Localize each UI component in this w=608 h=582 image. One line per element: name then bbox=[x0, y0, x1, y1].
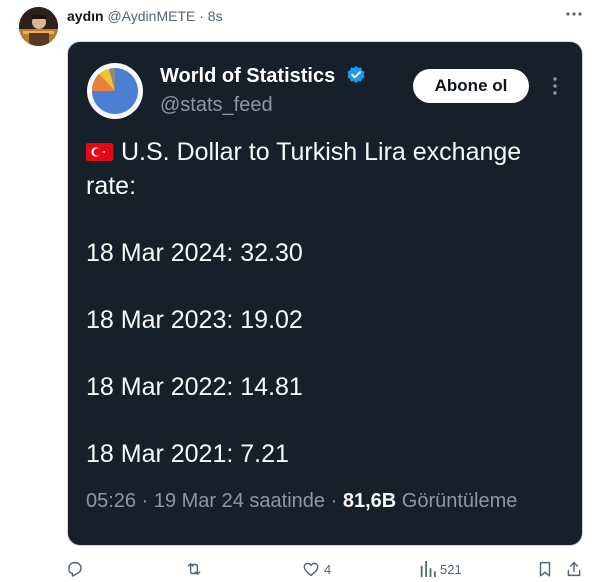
verified-badge-icon bbox=[347, 65, 365, 84]
post-time[interactable]: 8s bbox=[208, 8, 223, 24]
follow-button[interactable]: Abone ol bbox=[413, 69, 529, 103]
like-count: 4 bbox=[324, 561, 332, 577]
reply-icon bbox=[68, 561, 82, 577]
quoted-tweet-text: U.S. Dollar to Turkish Lira exchange rat… bbox=[86, 136, 556, 471]
repost-icon bbox=[187, 563, 201, 575]
share-button[interactable] bbox=[565, 556, 583, 582]
more-horizontal-icon bbox=[566, 12, 582, 16]
bookmark-icon bbox=[539, 561, 551, 577]
quoted-author-name[interactable]: World of Statistics bbox=[160, 64, 366, 88]
views-button[interactable]: 521 bbox=[420, 556, 462, 582]
quoted-name-text: World of Statistics bbox=[160, 65, 336, 87]
more-vertical-icon bbox=[553, 77, 557, 95]
turkey-flag-icon bbox=[86, 143, 113, 161]
quoted-views-label: Görüntüleme bbox=[401, 490, 518, 512]
bookmark-button[interactable] bbox=[536, 556, 554, 582]
rate-line-2022: 18 Mar 2022: 14.81 bbox=[86, 372, 303, 401]
quoted-more-button[interactable] bbox=[545, 76, 565, 96]
views-count: 521 bbox=[440, 561, 462, 577]
quoted-avatar[interactable] bbox=[87, 63, 143, 119]
reply-button[interactable] bbox=[66, 556, 84, 582]
views-chart-icon bbox=[420, 561, 436, 577]
author-avatar[interactable] bbox=[19, 7, 58, 46]
quoted-timestamp[interactable]: 05:26 · 19 Mar 24 saatinde · bbox=[86, 490, 337, 512]
author-name[interactable]: aydın bbox=[67, 8, 104, 24]
quoted-views-count: 81,6B bbox=[342, 490, 397, 512]
repost-button[interactable] bbox=[184, 556, 204, 582]
quoted-tweet-card[interactable]: World of Statistics @stats_feed Abone ol bbox=[67, 41, 583, 546]
rate-line-2021: 18 Mar 2021: 7.21 bbox=[86, 439, 289, 468]
more-options-button[interactable] bbox=[563, 6, 585, 26]
rate-line-2023: 18 Mar 2023: 19.02 bbox=[86, 305, 303, 334]
heart-icon bbox=[303, 562, 319, 577]
exchange-rate-title: U.S. Dollar to Turkish Lira exchange rat… bbox=[86, 138, 522, 200]
quoted-author-handle[interactable]: @stats_feed bbox=[160, 93, 273, 117]
separator-dot: · bbox=[199, 8, 204, 24]
like-button[interactable]: 4 bbox=[302, 556, 331, 582]
rate-line-2024: 18 Mar 2024: 32.30 bbox=[86, 238, 303, 267]
tweet[interactable]: aydın @AydinMETE · 8s World of Statistic… bbox=[0, 0, 608, 582]
author-handle[interactable]: @AydinMETE bbox=[107, 8, 195, 24]
pie-logo-icon bbox=[88, 64, 142, 118]
tweet-header: aydın @AydinMETE · 8s bbox=[67, 7, 223, 25]
quoted-meta: 05:26 · 19 Mar 24 saatinde · 81,6B Görün… bbox=[86, 489, 517, 513]
action-bar: 4 521 bbox=[0, 556, 608, 582]
share-icon bbox=[567, 561, 581, 577]
